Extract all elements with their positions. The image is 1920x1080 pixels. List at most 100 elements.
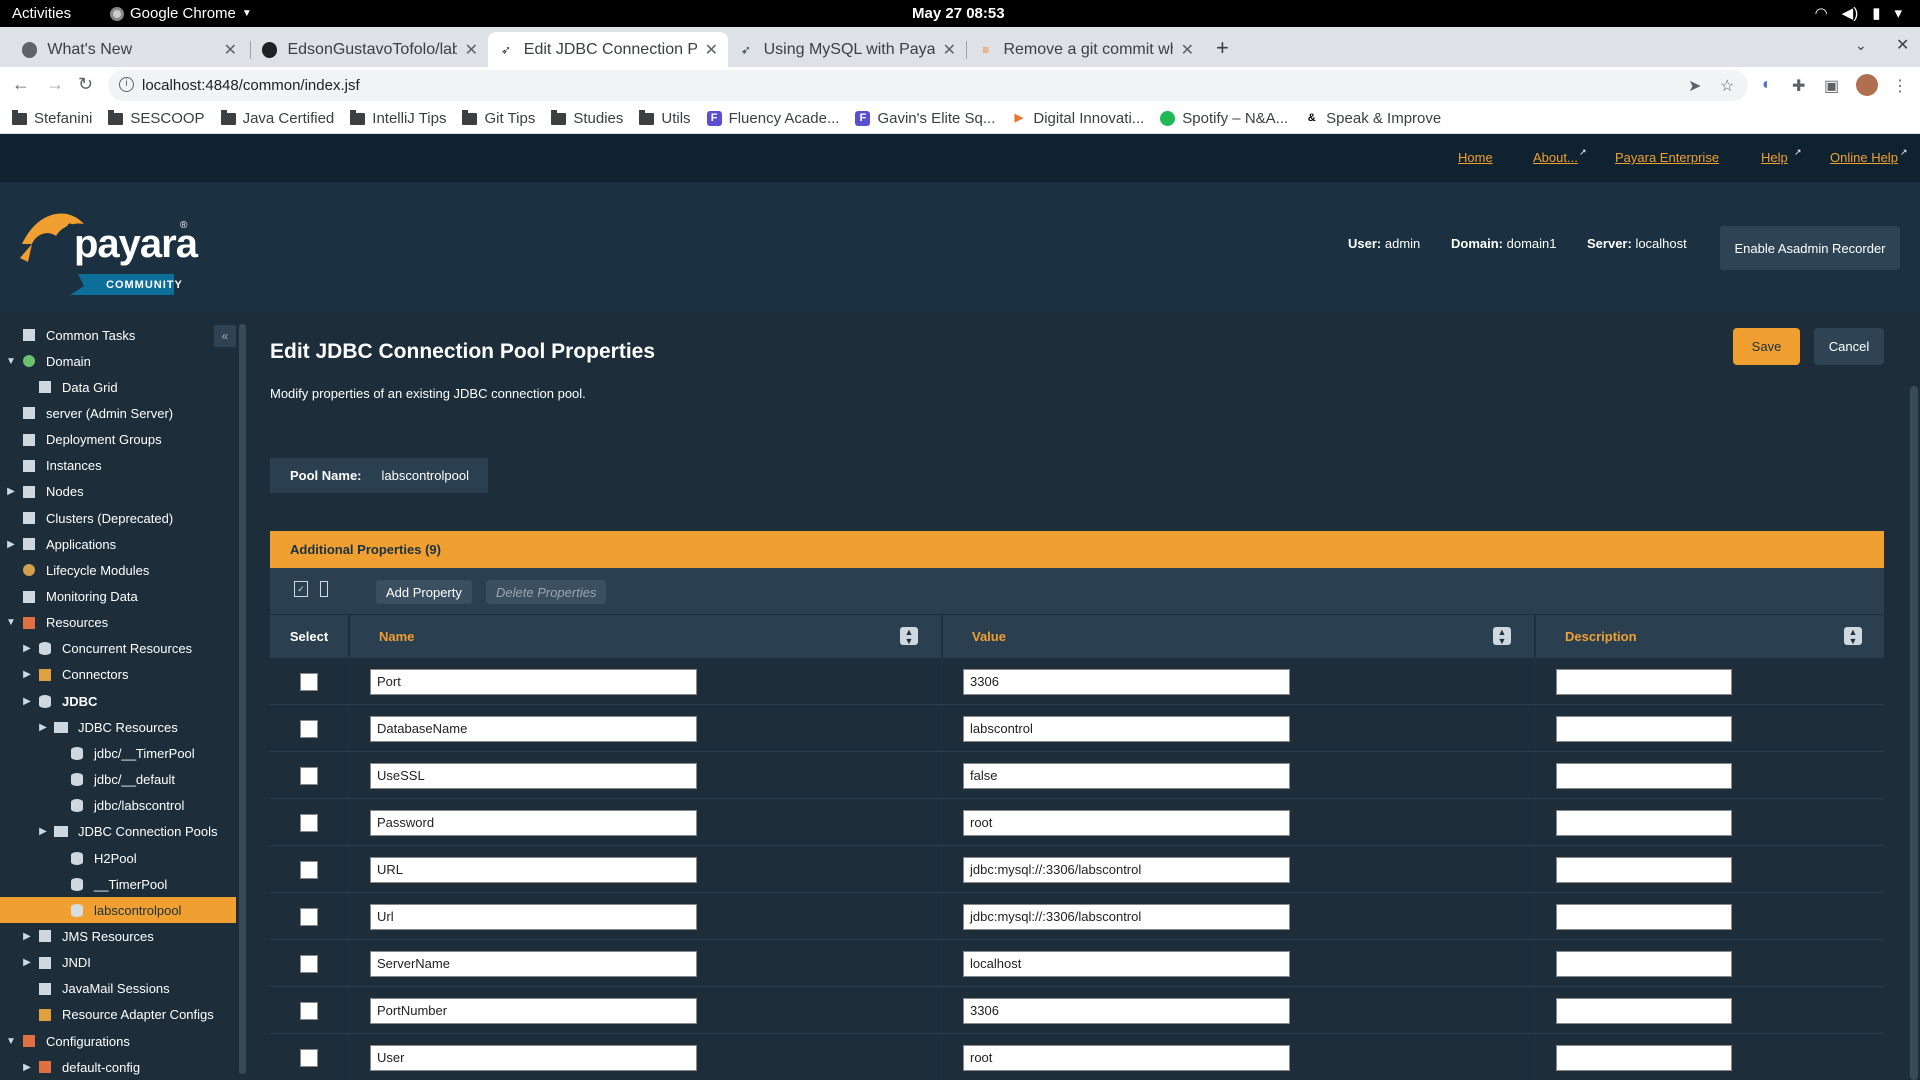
collapsed-toggle-icon[interactable]: ▶ [22,957,32,968]
select-checkbox[interactable] [300,767,318,785]
tree-common-tasks[interactable]: Common Tasks [0,322,236,348]
select-checkbox[interactable] [300,1049,318,1067]
close-icon[interactable]: ✕ [1181,40,1194,60]
bookmark-link[interactable]: F Fluency Acade... [706,110,839,127]
add-property-button[interactable]: Add Property [376,580,472,604]
property-value-input[interactable]: false [963,763,1290,789]
property-value-input[interactable]: localhost [963,951,1290,977]
property-description-input[interactable] [1556,810,1732,836]
select-checkbox[interactable] [300,720,318,738]
close-icon[interactable]: ✕ [224,40,237,60]
value-column-header[interactable]: Value [942,615,1534,658]
tree-default-config[interactable]: ▶ default-config [0,1054,236,1080]
tree-lifecycle-modules[interactable]: Lifecycle Modules [0,557,236,583]
property-description-input[interactable] [1556,904,1732,930]
property-name-input[interactable]: Port [370,669,697,695]
tree-applications[interactable]: ▶ Applications [0,531,236,557]
tree-resources[interactable]: ▼ Resources [0,610,236,636]
tree-nodes[interactable]: ▶ Nodes [0,479,236,505]
tree-jndi[interactable]: ▶ JNDI [0,950,236,976]
bookmark-folder[interactable]: Java Certified [220,109,334,127]
tree-jdbc[interactable]: ▶ JDBC [0,688,236,714]
online-help-link[interactable]: Online Help [1830,150,1898,165]
bookmark-folder[interactable]: Git Tips [462,109,535,127]
description-column-header[interactable]: Description [1535,615,1884,658]
tree-clusters[interactable]: Clusters (Deprecated) [0,505,236,531]
tree-labscontrolpool[interactable]: labscontrolpool [0,897,236,924]
property-name-input[interactable]: URL [370,857,697,883]
tree-server[interactable]: server (Admin Server) [0,400,236,426]
collapse-sidebar-icon[interactable]: « [214,325,236,347]
payara-logo[interactable]: payara ® COMMUNITY [18,200,198,300]
tab-whats-new[interactable]: What's New ✕ [12,32,247,67]
bookmark-link[interactable]: & Speak & Improve [1304,110,1441,127]
collapsed-toggle-icon[interactable]: ▶ [22,931,32,942]
property-value-input[interactable]: labscontrol [963,716,1290,742]
property-value-input[interactable]: 3306 [963,998,1290,1024]
send-icon[interactable]: ➤ [1688,76,1701,96]
select-checkbox[interactable] [300,861,318,879]
bookmark-link[interactable]: F Gavin's Elite Sq... [855,110,995,127]
clock[interactable]: May 27 08:53 [912,5,1005,22]
bookmark-link[interactable]: Spotify – N&A... [1160,110,1288,127]
tree-jdbc-connection-pools[interactable]: ▶ JDBC Connection Pools [0,819,236,845]
property-value-input[interactable]: root [963,1045,1290,1071]
bookmark-folder[interactable]: Studies [551,109,623,127]
tree-monitoring-data[interactable]: Monitoring Data [0,584,236,610]
about-link[interactable]: About... [1533,150,1578,165]
select-checkbox[interactable] [300,908,318,926]
tab-github[interactable]: EdsonGustavoTofolo/labs ✕ [252,32,488,67]
expanded-toggle-icon[interactable]: ▼ [6,1036,16,1047]
help-link[interactable]: Help [1761,150,1788,165]
select-checkbox[interactable] [300,814,318,832]
collapsed-toggle-icon[interactable]: ▶ [6,486,16,497]
activities-button[interactable]: Activities [12,5,71,22]
property-description-input[interactable] [1556,998,1732,1024]
property-name-input[interactable]: Url [370,904,697,930]
tab-using-mysql[interactable]: ➶ Using MySQL with Payara ✕ [728,32,966,67]
tree-concurrent-resources[interactable]: ▶ Concurrent Resources [0,636,236,662]
site-info-icon[interactable]: i [119,77,134,92]
collapsed-toggle-icon[interactable]: ▶ [38,722,48,733]
tab-edit-jdbc[interactable]: ➶ Edit JDBC Connection Poo ✕ [488,32,728,67]
home-link[interactable]: Home [1458,150,1493,165]
collapsed-toggle-icon[interactable]: ▶ [22,643,32,654]
deselect-all-icon[interactable] [320,581,328,597]
enable-asadmin-recorder-button[interactable]: Enable Asadmin Recorder [1720,226,1900,270]
property-value-input[interactable]: jdbc:mysql://:3306/labscontrol [963,857,1290,883]
tree-jdbc-default[interactable]: jdbc/__default [0,767,236,793]
select-all-icon[interactable]: ✓ [294,581,308,597]
close-icon[interactable]: ✕ [943,40,956,60]
sort-icon[interactable]: ▲ ▼ [1493,627,1511,646]
new-tab-button[interactable]: + [1216,35,1229,61]
property-description-input[interactable] [1556,951,1732,977]
property-name-input[interactable]: UseSSL [370,763,697,789]
select-checkbox[interactable] [300,955,318,973]
tree-connectors[interactable]: ▶ Connectors [0,662,236,688]
bookmark-folder[interactable]: Stefanini [12,109,92,127]
tree-jdbc-resources[interactable]: ▶ JDBC Resources [0,714,236,740]
payara-enterprise-link[interactable]: Payara Enterprise [1615,150,1719,165]
tree-timerpool[interactable]: __TimerPool [0,871,236,897]
select-checkbox[interactable] [300,1002,318,1020]
extension-icon[interactable]: ◐ [1762,76,1772,94]
tree-h2pool[interactable]: H2Pool [0,845,236,871]
property-description-input[interactable] [1556,716,1732,742]
property-name-input[interactable]: ServerName [370,951,697,977]
property-description-input[interactable] [1556,669,1732,695]
tree-resource-adapter-configs[interactable]: Resource Adapter Configs [0,1002,236,1028]
property-value-input[interactable]: jdbc:mysql://:3306/labscontrol [963,904,1290,930]
property-description-input[interactable] [1556,763,1732,789]
tree-jdbc-labscontrol[interactable]: jdbc/labscontrol [0,793,236,819]
collapsed-toggle-icon[interactable]: ▶ [22,696,32,707]
tab-remove-git-commit[interactable]: ≡ Remove a git commit whic ✕ [968,32,1204,67]
tree-configurations[interactable]: ▼ Configurations [0,1028,236,1054]
collapsed-toggle-icon[interactable]: ▶ [22,669,32,680]
sidebar-scrollbar[interactable] [238,320,248,1080]
collapsed-toggle-icon[interactable]: ▶ [22,1062,32,1073]
delete-properties-button[interactable]: Delete Properties [486,580,607,604]
collapsed-toggle-icon[interactable]: ▶ [6,539,16,550]
chrome-menu-icon[interactable]: ⋮ [1892,76,1908,96]
property-name-input[interactable]: Password [370,810,697,836]
close-icon[interactable]: ✕ [705,40,718,60]
